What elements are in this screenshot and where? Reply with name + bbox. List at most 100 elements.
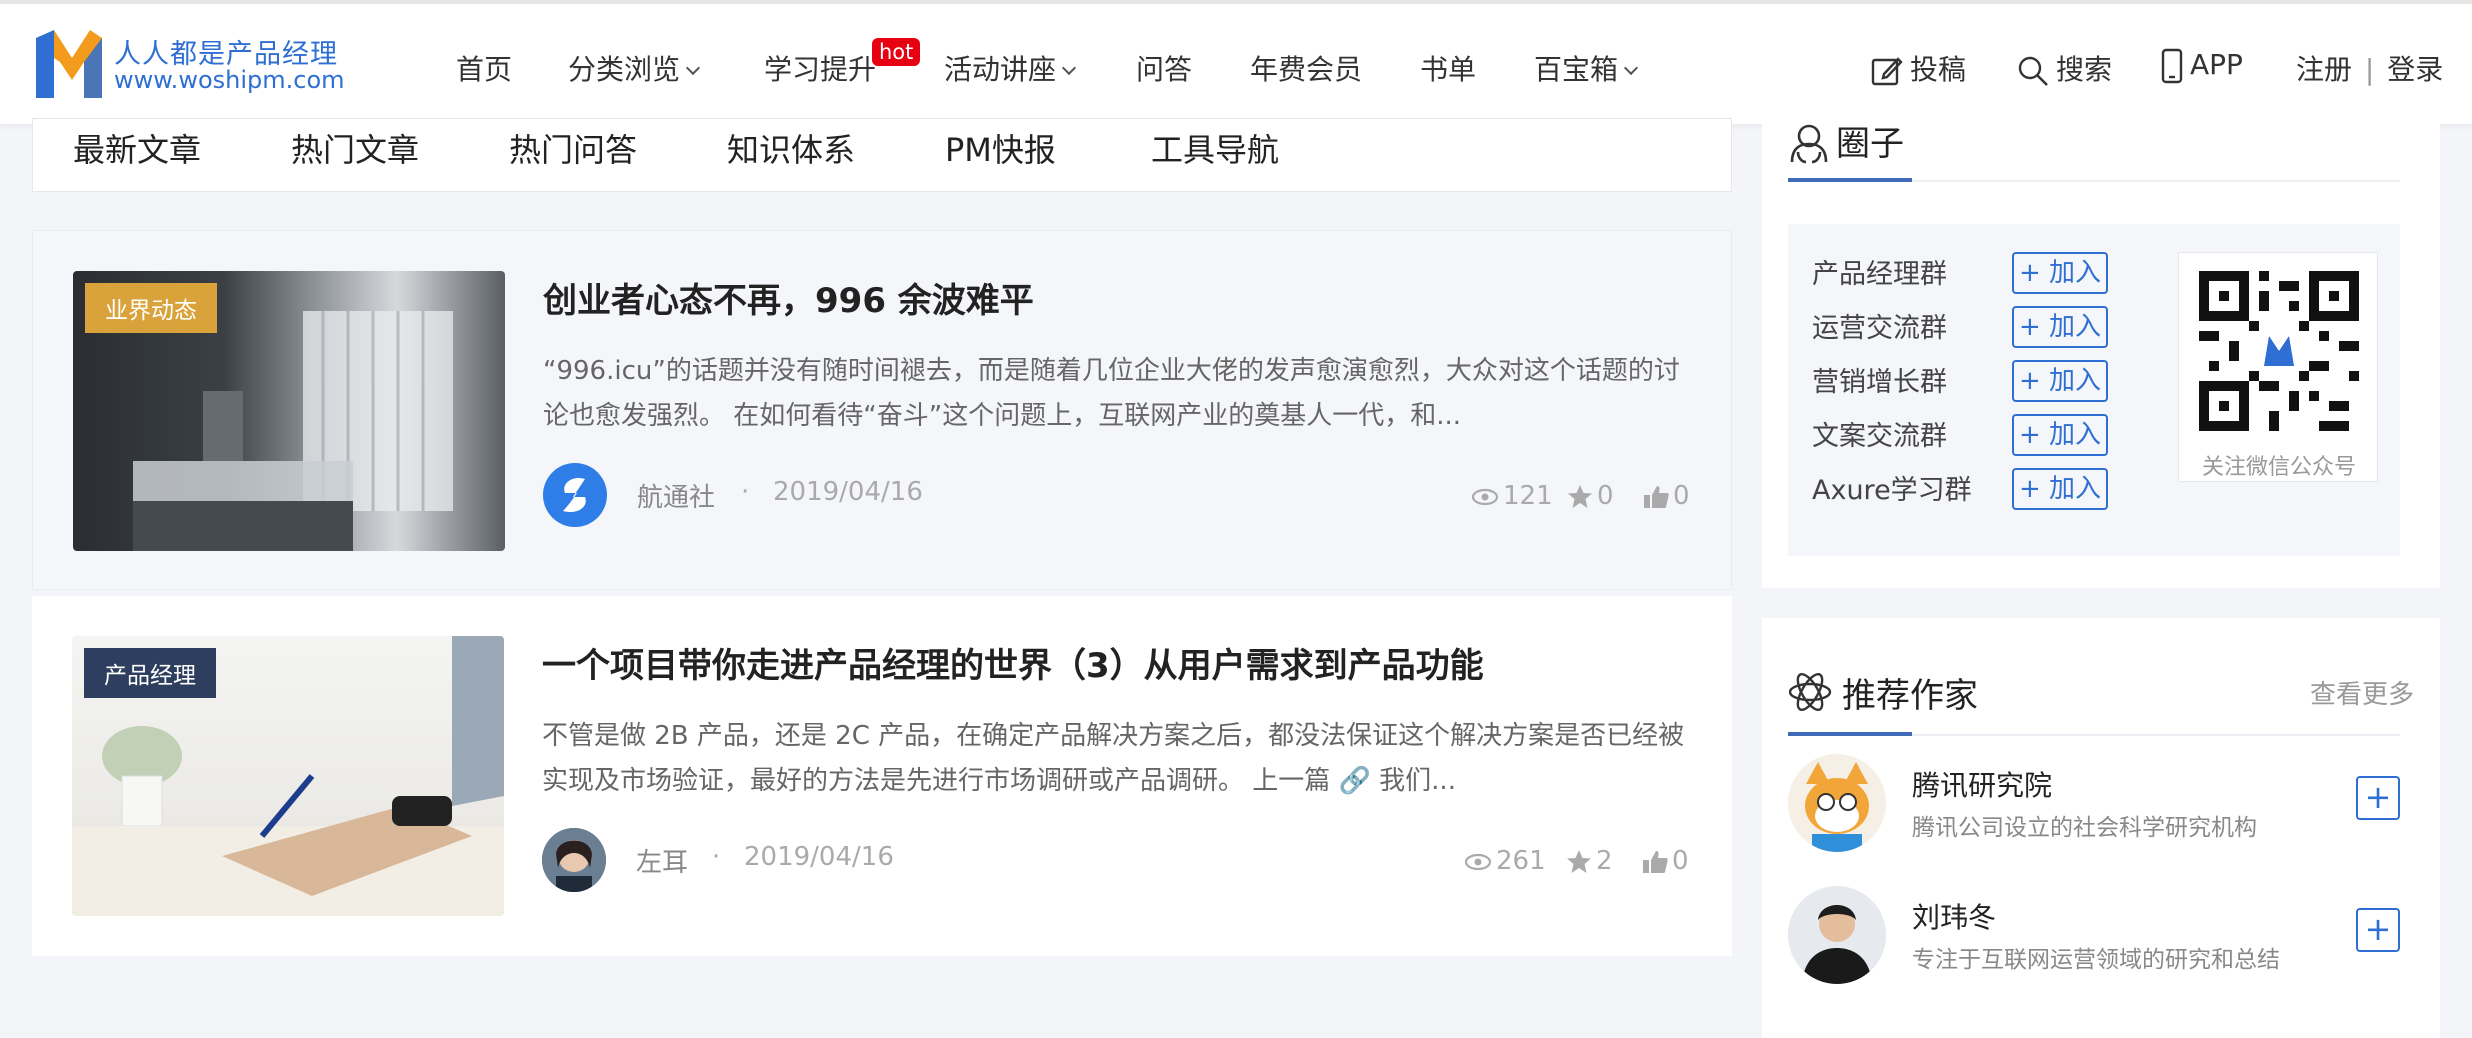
author-photo bbox=[542, 828, 606, 892]
site-logo[interactable]: 人人都是产品经理 www.woshipm.com bbox=[32, 24, 345, 104]
author-avatar[interactable] bbox=[542, 828, 606, 892]
contribute-label: 投稿 bbox=[1910, 53, 1967, 86]
writer-description: 腾讯公司设立的社会科学研究机构 bbox=[1912, 815, 2257, 841]
star-count[interactable]: 0 bbox=[1567, 481, 1614, 511]
nav-label: 年费会员 bbox=[1250, 53, 1363, 86]
login-link[interactable]: 登录 bbox=[2387, 53, 2443, 86]
join-button[interactable]: + 加入 bbox=[2012, 360, 2108, 402]
follow-button[interactable]: + bbox=[2356, 908, 2400, 952]
tencent-research-avatar bbox=[1788, 754, 1886, 852]
group-name: 营销增长群 bbox=[1812, 367, 1947, 398]
tab-tools[interactable]: 工具导航 bbox=[1151, 125, 1279, 171]
contribute-link[interactable]: 投稿 bbox=[1870, 48, 1966, 88]
star-count-value: 0 bbox=[1597, 481, 1614, 511]
circle-title: 圈子 bbox=[1836, 124, 1904, 164]
article-card[interactable]: 产品经理 一个项目带你走进产品经理的世界（3）从用户需求到产品功能 不管是做 2… bbox=[32, 596, 1732, 956]
join-button[interactable]: + 加入 bbox=[2012, 306, 2108, 348]
article-tabs: 最新文章 热门文章 热门问答 知识体系 PM快报 工具导航 bbox=[32, 118, 1732, 192]
category-badge[interactable]: 业界动态 bbox=[85, 283, 217, 333]
group-name: Axure学习群 bbox=[1812, 475, 1972, 506]
eye-icon bbox=[1464, 853, 1492, 870]
search-label: 搜索 bbox=[2056, 53, 2113, 86]
category-badge[interactable]: 产品经理 bbox=[84, 648, 216, 698]
app-label: APP bbox=[2190, 48, 2243, 81]
star-icon bbox=[1567, 849, 1591, 873]
view-count-value: 261 bbox=[1496, 846, 1546, 876]
article-thumbnail[interactable]: 业界动态 bbox=[73, 271, 505, 551]
nav-item-qa[interactable]: 问答 bbox=[1136, 48, 1192, 88]
meta-separator: · bbox=[712, 842, 721, 872]
group-list: 产品经理群 + 加入 运营交流群 + 加入 营销增长群 + 加入 文案交流群 +… bbox=[1788, 224, 2400, 556]
nav-label: 问答 bbox=[1136, 53, 1193, 86]
nav-label: 首页 bbox=[456, 53, 513, 86]
qr-code-image bbox=[2199, 271, 2359, 431]
top-navbar: 人人都是产品经理 www.woshipm.com 首页 分类浏览 学习提升 活动… bbox=[0, 0, 2472, 124]
view-count: 261 bbox=[1464, 846, 1546, 876]
like-count-value: 0 bbox=[1673, 481, 1690, 511]
tab-hot-articles[interactable]: 热门文章 bbox=[291, 125, 419, 171]
article-title[interactable]: 一个项目带你走进产品经理的世界（3）从用户需求到产品功能 bbox=[542, 638, 1484, 687]
nav-label: 分类浏览 bbox=[568, 53, 681, 86]
writer-avatar[interactable] bbox=[1788, 754, 1886, 852]
liu-weidong-avatar bbox=[1788, 886, 1886, 984]
article-card[interactable]: 业界动态 创业者心态不再，996 余波难平 “996.icu”的话题并没有随时间… bbox=[32, 230, 1732, 590]
nav-label: 书单 bbox=[1420, 53, 1477, 86]
author-avatar[interactable] bbox=[543, 463, 607, 527]
wechat-qr-card[interactable]: 关注微信公众号 bbox=[2178, 252, 2378, 482]
join-button[interactable]: + 加入 bbox=[2012, 252, 2108, 294]
qr-caption: 关注微信公众号 bbox=[2201, 455, 2356, 480]
nav-label: 活动讲座 bbox=[944, 53, 1057, 86]
star-count[interactable]: 2 bbox=[1566, 846, 1613, 876]
article-date: 2019/04/16 bbox=[744, 842, 894, 872]
register-link[interactable]: 注册 bbox=[2296, 53, 2352, 86]
writers-panel: 推荐作家 查看更多 腾讯研究院 腾讯公司设立的社会科学研究机构 + 刘玮冬 专注… bbox=[1762, 618, 2440, 1038]
nav-item-events[interactable]: 活动讲座 bbox=[944, 48, 1077, 88]
article-excerpt: 不管是做 2B 产品，还是 2C 产品，在确定产品解决方案之后，都没法保证这个解… bbox=[542, 721, 1685, 796]
writers-title: 推荐作家 bbox=[1842, 676, 1978, 716]
view-count: 121 bbox=[1471, 481, 1553, 511]
nav-label: 百宝箱 bbox=[1534, 53, 1619, 86]
writer-name[interactable]: 刘玮冬 bbox=[1912, 896, 1996, 936]
article-thumbnail[interactable]: 产品经理 bbox=[72, 636, 504, 916]
chevron-down-icon bbox=[685, 60, 701, 76]
circle-title-underline bbox=[1788, 178, 2400, 182]
like-count[interactable]: 0 bbox=[1643, 481, 1690, 511]
group-name: 运营交流群 bbox=[1812, 313, 1947, 344]
phone-icon bbox=[2161, 48, 2183, 84]
nav-item-home[interactable]: 首页 bbox=[456, 48, 512, 88]
author-logo-icon bbox=[563, 477, 586, 513]
chevron-down-icon bbox=[1061, 60, 1077, 76]
edit-icon bbox=[1871, 57, 1903, 86]
author-name[interactable]: 航通社 bbox=[637, 477, 715, 514]
group-name: 文案交流群 bbox=[1812, 421, 1947, 452]
like-count[interactable]: 0 bbox=[1642, 846, 1689, 876]
search-link[interactable]: 搜索 bbox=[2016, 48, 2112, 88]
article-date: 2019/04/16 bbox=[773, 477, 923, 507]
nav-item-learning[interactable]: 学习提升 bbox=[764, 48, 876, 88]
app-link[interactable]: APP bbox=[2160, 48, 2243, 84]
nav-item-membership[interactable]: 年费会员 bbox=[1250, 48, 1362, 88]
nav-item-toolbox[interactable]: 百宝箱 bbox=[1534, 48, 1639, 88]
nav-item-booklist[interactable]: 书单 bbox=[1420, 48, 1476, 88]
join-button[interactable]: + 加入 bbox=[2012, 468, 2108, 510]
writer-description: 专注于互联网运营领域的研究和总结 bbox=[1912, 947, 2280, 973]
logo-url: www.woshipm.com bbox=[114, 66, 345, 94]
auth-separator: | bbox=[2364, 53, 2375, 86]
search-icon bbox=[2018, 56, 2048, 86]
tab-pm-news[interactable]: PM快报 bbox=[945, 125, 1056, 171]
eye-icon bbox=[1471, 488, 1499, 505]
join-button[interactable]: + 加入 bbox=[2012, 414, 2108, 456]
article-title[interactable]: 创业者心态不再，996 余波难平 bbox=[543, 273, 1034, 322]
like-count-value: 0 bbox=[1672, 846, 1689, 876]
nav-item-categories[interactable]: 分类浏览 bbox=[568, 48, 701, 88]
hot-badge: hot bbox=[872, 38, 921, 66]
author-name[interactable]: 左耳 bbox=[636, 842, 688, 879]
follow-button[interactable]: + bbox=[2356, 776, 2400, 820]
tab-knowledge[interactable]: 知识体系 bbox=[727, 125, 855, 171]
writer-avatar[interactable] bbox=[1788, 886, 1886, 984]
tab-hot-qa[interactable]: 热门问答 bbox=[509, 125, 637, 171]
tab-latest[interactable]: 最新文章 bbox=[73, 125, 201, 171]
thumbs-up-icon bbox=[1644, 485, 1669, 508]
view-more-link[interactable]: 查看更多 bbox=[2310, 674, 2414, 711]
writer-name[interactable]: 腾讯研究院 bbox=[1912, 764, 2052, 804]
